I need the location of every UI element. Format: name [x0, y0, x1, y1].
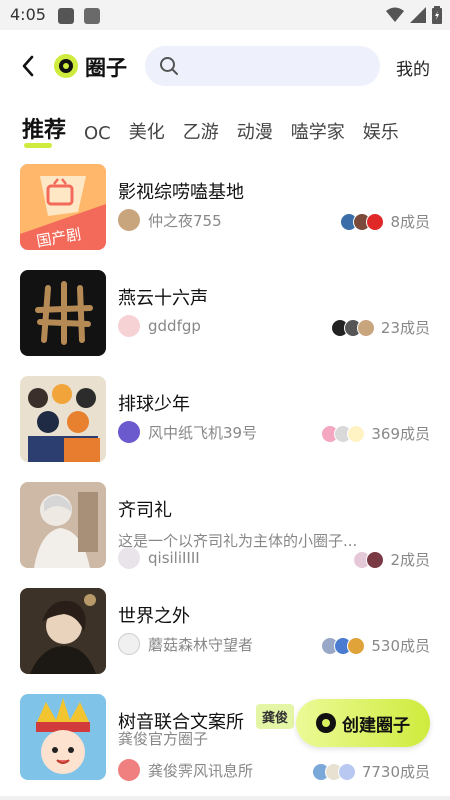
avatar: [118, 759, 140, 781]
member-info: 369成员: [321, 423, 430, 444]
avatar: [118, 209, 140, 231]
avatar: [366, 550, 385, 569]
tab-beautify[interactable]: 美化: [129, 118, 165, 144]
circle-logo-icon: [54, 54, 78, 78]
avatar: [347, 636, 366, 655]
circle-owner: 蘑菇森林守望者: [118, 633, 253, 655]
create-circle-label: 创建圈子: [342, 715, 410, 736]
member-info: 2成员: [353, 549, 430, 570]
member-count: 7730成员: [361, 763, 430, 781]
circle-tag: 龚俊: [256, 704, 295, 729]
bottom-edge: [0, 796, 450, 800]
notification-a-icon: [84, 8, 100, 24]
avatar: [118, 633, 140, 655]
owner-name: 蘑菇森林守望者: [148, 635, 254, 654]
status-time: 4:05: [10, 5, 46, 24]
search-icon: [160, 57, 178, 75]
tab-anime[interactable]: 动漫: [237, 118, 273, 144]
member-count: 8成员: [390, 213, 430, 231]
member-count: 369成员: [371, 425, 430, 443]
tab-otome-games[interactable]: 乙游: [183, 118, 219, 144]
tab-oc[interactable]: OC: [84, 123, 111, 144]
battery-icon: [432, 6, 442, 24]
member-info: 7730成员: [311, 761, 430, 782]
signal-icon: [410, 7, 426, 23]
circle-item[interactable]: 齐司礼 这是一个以齐司礼为主体的小圈子... qisiliIIII 2成员: [0, 478, 450, 570]
member-info: 530成员: [321, 635, 430, 656]
circle-name: 影视综唠嗑基地: [118, 182, 244, 203]
mine-button[interactable]: 我的: [396, 55, 430, 80]
avatar: [366, 212, 385, 231]
back-button[interactable]: [14, 52, 42, 80]
top-bar: 圈子 我的: [0, 38, 450, 94]
owner-name: 仲之夜755: [148, 211, 222, 230]
tab-recommend[interactable]: 推荐: [22, 112, 66, 148]
circle-thumbnail: [20, 694, 106, 780]
member-info: 23成员: [330, 317, 430, 338]
owner-name: gddfgp: [148, 317, 201, 335]
avatar: [337, 762, 356, 781]
circle-thumbnail: [20, 482, 106, 568]
circle-item[interactable]: 燕云十六声 gddfgp 23成员: [0, 266, 450, 356]
circle-owner: 风中纸飞机39号: [118, 421, 257, 443]
avatar: [118, 315, 140, 337]
circle-owner: qisiliIIII: [118, 547, 200, 569]
circle-thumbnail: [20, 270, 106, 356]
circle-owner: gddfgp: [118, 315, 201, 337]
circle-logo-icon: [316, 713, 336, 733]
search-box[interactable]: [145, 46, 380, 86]
circle-name: 世界之外: [118, 606, 190, 627]
member-count: 530成员: [371, 637, 430, 655]
search-input[interactable]: [187, 57, 367, 75]
member-count: 23成员: [380, 319, 430, 337]
circle-item[interactable]: 世界之外 蘑菇森林守望者 530成员: [0, 584, 450, 674]
circle-description: 龚俊官方圈子: [118, 730, 209, 748]
owner-name: qisiliIIII: [148, 549, 200, 567]
avatar: [118, 547, 140, 569]
circle-thumbnail: [20, 376, 106, 462]
circle-name: 燕云十六声: [118, 288, 208, 309]
owner-name: 龚俊霁风讯息所: [148, 761, 254, 780]
back-arrow-icon: [22, 55, 34, 77]
circle-item[interactable]: 国产剧 影视综唠嗑基地 仲之夜755 8成员: [0, 160, 450, 250]
notification-app-icon: [58, 8, 74, 24]
tab-entertainment[interactable]: 娱乐: [363, 118, 399, 144]
page-title: 圈子: [85, 56, 127, 80]
circle-item[interactable]: 排球少年 风中纸飞机39号 369成员: [0, 372, 450, 462]
circle-name: 排球少年: [118, 394, 190, 415]
wifi-icon: [386, 7, 404, 22]
avatar: [356, 318, 375, 337]
tab-shipping[interactable]: 嗑学家: [291, 118, 345, 144]
avatar: [118, 421, 140, 443]
create-circle-button[interactable]: 创建圈子: [296, 699, 430, 747]
avatar: [347, 424, 366, 443]
circle-owner: 龚俊霁风讯息所: [118, 759, 253, 781]
member-count: 2成员: [390, 551, 430, 569]
status-right-icons: [386, 6, 442, 24]
circle-owner: 仲之夜755: [118, 209, 222, 231]
circle-name: 齐司礼: [118, 500, 172, 521]
circle-thumbnail: [20, 588, 106, 674]
category-tabs: 推荐 OC 美化 乙游 动漫 嗑学家 娱乐: [22, 104, 442, 148]
member-info: 8成员: [340, 211, 430, 232]
circle-thumbnail: 国产剧: [20, 164, 106, 250]
status-bar: 4:05: [0, 0, 450, 30]
owner-name: 风中纸飞机39号: [148, 423, 258, 442]
